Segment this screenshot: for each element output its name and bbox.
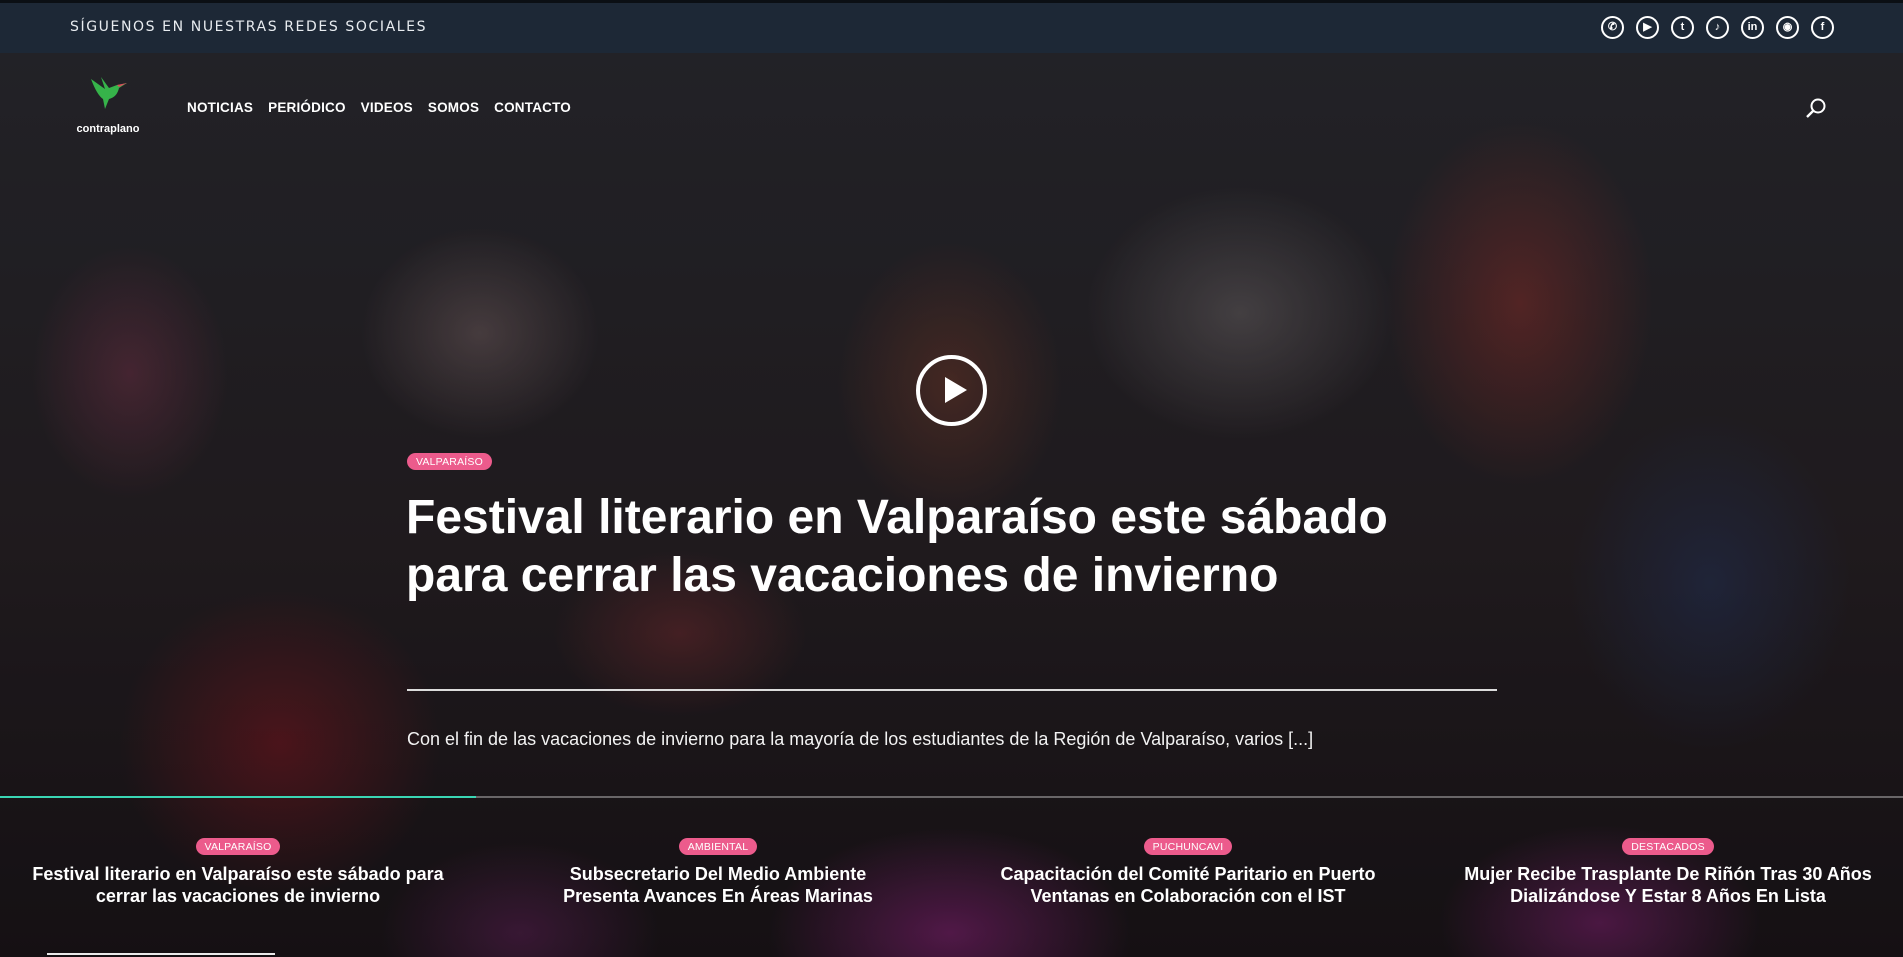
hero-category-tag[interactable]: VALPARAÍSO bbox=[407, 453, 492, 470]
nav-item-periodico[interactable]: PERIÓDICO bbox=[268, 100, 346, 115]
nav-item-somos[interactable]: SOMOS bbox=[428, 100, 479, 115]
instagram-icon[interactable]: ◉ bbox=[1776, 16, 1799, 39]
slider-cards: VALPARAÍSO Festival literario en Valpara… bbox=[0, 837, 1903, 917]
play-video-button[interactable] bbox=[916, 355, 987, 426]
card-category-tag[interactable]: DESTACADOS bbox=[1622, 838, 1714, 855]
search-icon[interactable] bbox=[1805, 97, 1827, 119]
whatsapp-icon[interactable]: ✆ bbox=[1601, 16, 1624, 39]
card-category-tag[interactable]: AMBIENTAL bbox=[678, 838, 758, 855]
card-title[interactable]: Subsecretario Del Medio Ambiente Present… bbox=[508, 863, 928, 907]
slide-card[interactable]: PUCHUNCAVI Capacitación del Comité Parit… bbox=[978, 837, 1398, 907]
bottom-progress-track bbox=[0, 953, 1903, 957]
twitter-icon[interactable]: t bbox=[1671, 16, 1694, 39]
hero-divider bbox=[407, 689, 1497, 691]
logo-text: contraplano bbox=[76, 123, 140, 135]
hero-excerpt: Con el fin de las vacaciones de invierno… bbox=[407, 729, 1314, 749]
site-logo[interactable]: contraplano bbox=[70, 73, 146, 135]
slide-card[interactable]: AMBIENTAL Subsecretario Del Medio Ambien… bbox=[508, 837, 928, 907]
bottom-progress-fill bbox=[47, 953, 276, 955]
youtube-icon[interactable]: ▶ bbox=[1636, 16, 1659, 39]
linkedin-icon[interactable]: in bbox=[1741, 16, 1764, 39]
social-topbar: SÍGUENOS EN NUESTRAS REDES SOCIALES ✆ ▶ … bbox=[0, 0, 1903, 53]
hero-title[interactable]: Festival literario en Valparaíso este sá… bbox=[406, 489, 1426, 605]
main-nav: NOTICIAS PERIÓDICO VIDEOS SOMOS CONTACTO bbox=[187, 100, 571, 115]
card-category-tag[interactable]: VALPARAÍSO bbox=[195, 838, 281, 855]
tiktok-icon[interactable]: ♪ bbox=[1706, 16, 1729, 39]
nav-item-contacto[interactable]: CONTACTO bbox=[494, 100, 571, 115]
hummingbird-logo-icon bbox=[70, 73, 146, 119]
nav-item-videos[interactable]: VIDEOS bbox=[361, 100, 413, 115]
hero-slide: contraplano NOTICIAS PERIÓDICO VIDEOS SO… bbox=[0, 53, 1903, 957]
card-title[interactable]: Festival literario en Valparaíso este sá… bbox=[28, 863, 448, 907]
slide-card[interactable]: VALPARAÍSO Festival literario en Valpara… bbox=[28, 837, 448, 907]
slider-progress-track bbox=[0, 796, 1903, 798]
social-links: ✆ ▶ t ♪ in ◉ f bbox=[1601, 16, 1834, 39]
card-category-tag[interactable]: PUCHUNCAVI bbox=[1143, 838, 1233, 855]
slide-card[interactable]: DESTACADOS Mujer Recibe Trasplante De Ri… bbox=[1458, 837, 1878, 907]
slider-progress-fill bbox=[0, 796, 476, 798]
card-title[interactable]: Capacitación del Comité Paritario en Pue… bbox=[978, 863, 1398, 907]
facebook-icon[interactable]: f bbox=[1811, 16, 1834, 39]
card-title[interactable]: Mujer Recibe Trasplante De Riñón Tras 30… bbox=[1458, 863, 1878, 907]
nav-item-noticias[interactable]: NOTICIAS bbox=[187, 100, 253, 115]
follow-us-text: SÍGUENOS EN NUESTRAS REDES SOCIALES bbox=[70, 19, 428, 35]
